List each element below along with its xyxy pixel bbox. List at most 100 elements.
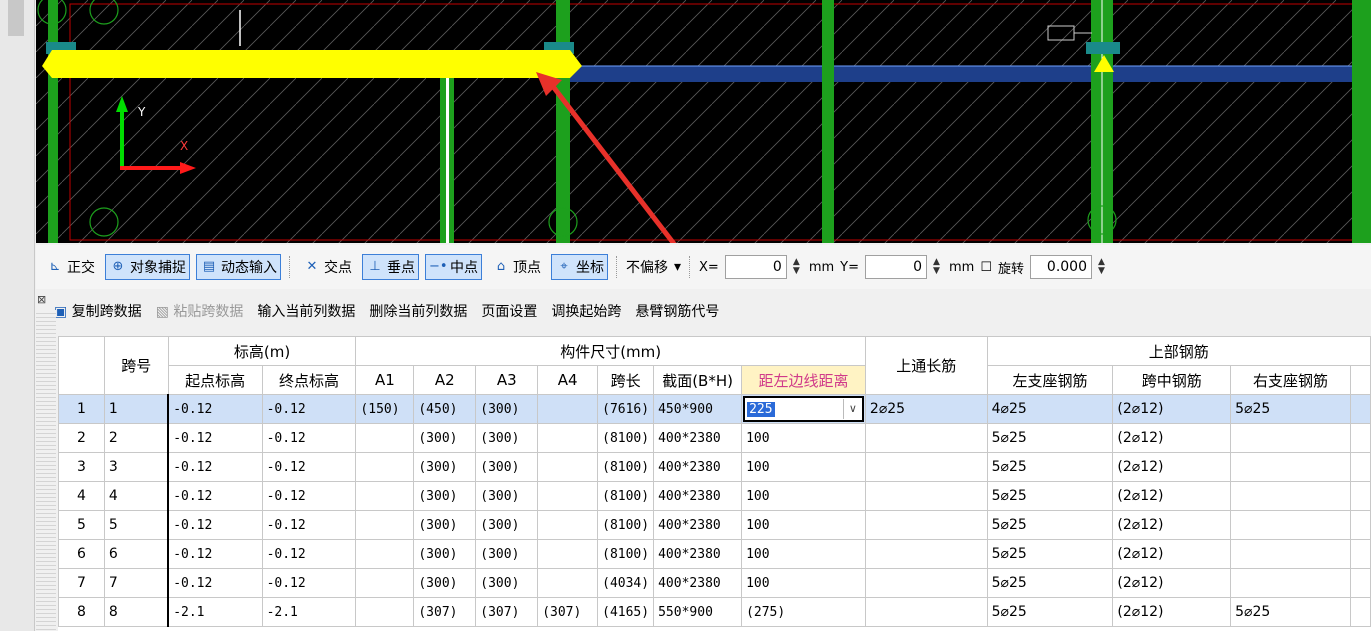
cell-a1[interactable]: (150) [355,394,415,424]
table-row[interactable]: 3 3 -0.12 -0.12 (300) (300) (8100) 400*2380 100 5… [58,452,1371,482]
cell-left-support[interactable]: 5⌀25 [986,481,1114,511]
cell-a4[interactable] [537,539,599,569]
cell-mid-span[interactable]: (2⌀12) [1112,452,1232,482]
cell-elev-end[interactable]: -0.12 [261,423,357,453]
input-column-button[interactable]: 输入当前列数据 [257,301,355,321]
cell-mid-span[interactable]: (2⌀12) [1112,568,1232,598]
cell-span-number[interactable]: 5 [103,510,169,540]
cell-elev-start[interactable]: -0.12 [167,481,263,511]
cell-edge-distance[interactable]: 225 ∨ [741,394,866,424]
cell-left-support[interactable]: 5⌀25 [986,597,1114,627]
cell-top-continuous[interactable] [864,510,988,540]
cell-left-support[interactable]: 5⌀25 [986,452,1114,482]
cell-elev-start[interactable]: -0.12 [167,452,263,482]
cell-mid-span[interactable]: (2⌀12) [1112,510,1232,540]
cell-right-support[interactable] [1230,568,1351,598]
cell-a3[interactable]: (300) [475,481,539,511]
cell-a4[interactable] [537,568,599,598]
object-snap-button[interactable]: ⊕ 对象捕捉 [105,254,190,280]
cell-span-length[interactable]: (8100) [597,539,655,569]
table-row[interactable]: 6 6 -0.12 -0.12 (300) (300) (8100) 400*2380 100 5… [58,539,1371,569]
cell-span-number[interactable]: 2 [103,423,169,453]
table-row[interactable]: 5 5 -0.12 -0.12 (300) (300) (8100) 400*2380 100 5… [58,510,1371,540]
cell-elev-start[interactable]: -0.12 [167,510,263,540]
midpoint-snap-button[interactable]: −• 中点 [425,254,482,280]
y-spinner-icon[interactable]: ▲ ▼ [933,258,943,276]
table-row[interactable]: 4 4 -0.12 -0.12 (300) (300) (8100) 400*2380 100 5… [58,481,1371,511]
cell-right-support[interactable] [1230,452,1351,482]
chevron-down-icon[interactable]: ∨ [842,399,862,419]
cell-elev-end[interactable]: -0.12 [261,539,357,569]
cell-a2[interactable]: (450) [413,394,477,424]
cantilever-rebar-code-button[interactable]: 悬臂钢筋代号 [635,301,719,321]
paste-span-button[interactable]: ▧ 粘贴跨数据 [156,301,244,321]
cell-span-number[interactable]: 4 [103,481,169,511]
cell-edge-distance[interactable]: 100 [741,539,866,569]
cell-top-continuous[interactable] [864,423,988,453]
cell-span-length[interactable]: (8100) [597,481,655,511]
cell-section[interactable]: 400*2380 [653,481,743,511]
y-input[interactable]: 0 [865,255,928,279]
cell-span-number[interactable]: 1 [103,394,169,424]
cell-left-support[interactable]: 4⌀25 [986,394,1114,424]
cell-right-support[interactable] [1230,481,1351,511]
cell-left-support[interactable]: 5⌀25 [986,539,1114,569]
copy-span-button[interactable]: ▣ 复制跨数据 [54,301,142,321]
vertex-snap-button[interactable]: ⌂ 顶点 [488,254,545,280]
cell-a2[interactable]: (300) [413,568,477,598]
table-row[interactable]: 1 1 -0.12 -0.12 (150) (450) (300) (7616) 450*900… [58,394,1371,424]
cell-right-support[interactable] [1230,423,1351,453]
rotate-input[interactable]: 0.000 [1030,255,1093,279]
table-row[interactable]: 7 7 -0.12 -0.12 (300) (300) (4034) 400*2380 100 5… [58,568,1371,598]
cell-a2[interactable]: (300) [413,510,477,540]
cell-a3[interactable]: (300) [475,394,539,424]
vertical-scrollbar[interactable] [0,0,35,631]
cell-edge-distance[interactable]: 100 [741,510,866,540]
cad-drawing-canvas[interactable]: Y X [36,0,1371,243]
cell-span-length[interactable]: (4034) [597,568,655,598]
grid-drag-handle[interactable] [36,310,56,631]
coordinate-snap-button[interactable]: ⌖ 坐标 [551,254,608,280]
rotate-checkbox[interactable]: ☐ [980,260,992,275]
swap-start-span-button[interactable]: 调换起始跨 [551,301,621,321]
cell-right-support[interactable]: 5⌀25 [1230,597,1351,627]
ortho-button[interactable]: ⊾ 正交 [42,254,99,280]
cell-elev-start[interactable]: -2.1 [167,597,263,627]
cell-span-number[interactable]: 8 [103,597,169,627]
cell-a3[interactable]: (300) [475,510,539,540]
cell-span-number[interactable]: 3 [103,452,169,482]
scrollbar-thumb[interactable] [8,0,24,36]
cell-a1[interactable] [355,481,415,511]
cell-mid-span[interactable]: (2⌀12) [1112,423,1232,453]
cell-a1[interactable] [355,568,415,598]
cell-section[interactable]: 400*2380 [653,510,743,540]
cell-mid-span[interactable]: (2⌀12) [1112,394,1232,424]
cell-elev-end[interactable]: -0.12 [261,481,357,511]
cell-section[interactable]: 400*2380 [653,452,743,482]
page-setup-button[interactable]: 页面设置 [481,301,537,321]
cell-span-length[interactable]: (4165) [597,597,655,627]
cell-right-support[interactable] [1230,539,1351,569]
cell-section[interactable]: 550*900 [653,597,743,627]
cell-elev-end[interactable]: -2.1 [261,597,357,627]
cell-a1[interactable] [355,510,415,540]
cell-left-support[interactable]: 5⌀25 [986,510,1114,540]
delete-column-button[interactable]: 删除当前列数据 [369,301,467,321]
cell-top-continuous[interactable]: 2⌀25 [864,394,988,424]
cell-span-length[interactable]: (8100) [597,423,655,453]
cell-a3[interactable]: (300) [475,539,539,569]
cell-a2[interactable]: (300) [413,481,477,511]
cell-elev-end[interactable]: -0.12 [261,394,357,424]
cell-a3[interactable]: (307) [475,597,539,627]
cell-span-length[interactable]: (7616) [597,394,655,424]
cell-right-support[interactable] [1230,510,1351,540]
cell-top-continuous[interactable] [864,568,988,598]
cell-a3[interactable]: (300) [475,452,539,482]
cell-a1[interactable] [355,597,415,627]
cell-a1[interactable] [355,423,415,453]
cell-edge-distance[interactable]: (275) [741,597,866,627]
cell-a4[interactable] [537,510,599,540]
cell-a4[interactable]: (307) [537,597,599,627]
cell-span-length[interactable]: (8100) [597,510,655,540]
cell-mid-span[interactable]: (2⌀12) [1112,481,1232,511]
